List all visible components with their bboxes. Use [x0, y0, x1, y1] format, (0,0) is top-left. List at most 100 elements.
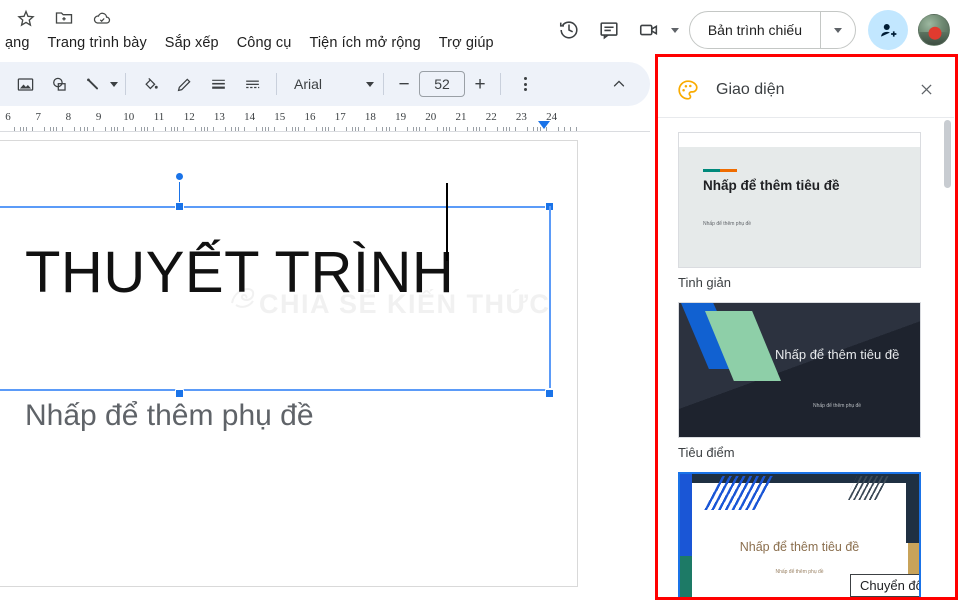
menu-item-format[interactable]: ạng	[0, 33, 39, 53]
ruler-number: 16	[304, 111, 316, 123]
font-family-label: Arial	[294, 76, 323, 92]
user-avatar[interactable]	[918, 14, 950, 46]
ruler-number: 7	[35, 111, 41, 123]
menu-item-slide[interactable]: Trang trình bày	[39, 33, 156, 53]
menu-item-extensions[interactable]: Tiện ích mở rộng	[300, 33, 429, 53]
font-size-input[interactable]: 52	[419, 71, 465, 97]
theme-thumbnail[interactable]: Nhấp để thêm tiêu đề Nhấp để thêm phụ đề	[678, 132, 921, 268]
menu-item-help[interactable]: Trợ giúp	[430, 33, 503, 53]
text-caret	[446, 183, 448, 261]
insert-image-icon[interactable]	[8, 67, 42, 101]
star-icon[interactable]	[16, 8, 36, 28]
ruler-number: 12	[183, 111, 195, 123]
collapse-chevron-up-icon[interactable]	[604, 69, 634, 99]
thumb-subtitle-placeholder: Nhấp để thêm phụ đề	[813, 403, 862, 409]
ruler-number: 13	[213, 111, 225, 123]
meet-control-group	[629, 10, 679, 50]
border-weight-icon[interactable]	[201, 67, 235, 101]
font-family-selector[interactable]: Arial	[288, 76, 376, 92]
slide-subtitle-placeholder[interactable]: Nhấp để thêm phụ đề	[25, 399, 314, 433]
ruler-number: 9	[95, 111, 102, 123]
line-chevron-down-icon[interactable]	[110, 81, 118, 87]
present-button[interactable]: Bản trình chiếu	[690, 12, 820, 48]
move-folder-icon[interactable]	[54, 8, 74, 28]
resize-handle-top-center[interactable]	[175, 202, 184, 211]
ruler-number: 21	[455, 111, 467, 123]
thumb-top-strip	[679, 133, 920, 147]
ruler-indent-marker[interactable]	[538, 121, 550, 129]
rotate-handle-dot[interactable]	[175, 172, 184, 181]
cloud-saved-icon[interactable]	[92, 8, 112, 28]
insert-shape-icon[interactable]	[42, 67, 76, 101]
top-bar: ạng Trang trình bày Sắp xếp Công cụ Tiện…	[0, 0, 960, 62]
top-right-actions: Bản trình chiếu	[549, 5, 950, 55]
ruler-number: 10	[123, 111, 135, 123]
ruler-number: 19	[395, 111, 407, 123]
font-size-increase-button[interactable]: +	[467, 71, 493, 97]
ruler-number: 18	[364, 111, 376, 123]
ruler-number: 15	[274, 111, 286, 123]
ruler-ticks: 6 7 8 9 10 11 12 13 14 15 16 17 18 19 20 21 22 23 24	[0, 106, 650, 131]
ruler-number: 8	[65, 111, 72, 123]
theme-panel-title: Giao diện	[716, 80, 785, 98]
theme-label: Tiêu điểm	[678, 445, 735, 460]
history-icon[interactable]	[549, 10, 589, 50]
meet-chevron-down-icon[interactable]	[670, 27, 679, 33]
resize-handle-bottom-center[interactable]	[175, 389, 184, 398]
thumb-title-placeholder: Nhấp để thêm tiêu đề	[775, 347, 900, 362]
fill-color-icon[interactable]	[133, 67, 167, 101]
toolbar-divider	[500, 73, 501, 95]
document-icon-group	[16, 8, 112, 28]
add-person-icon[interactable]	[868, 10, 908, 50]
theme-panel-header: Giao diện	[658, 62, 954, 118]
ruler-number: 6	[5, 111, 11, 123]
ruler-number: 20	[425, 111, 437, 123]
selection-right-edge	[549, 206, 551, 388]
thumb-title-placeholder: Nhấp để thêm tiêu đề	[703, 178, 840, 193]
font-size-decrease-button[interactable]: −	[391, 71, 417, 97]
insert-line-icon[interactable]	[76, 67, 110, 101]
thumb-title-placeholder: Nhấp để thêm tiêu đề	[739, 540, 860, 554]
current-slide[interactable]: CHIA SẺ KIẾN THỨC THUYẾT TRÌNH Nhấp để t…	[0, 140, 578, 587]
theme-panel-scrollbar[interactable]	[944, 120, 951, 188]
palette-icon	[676, 78, 700, 102]
theme-option-focus[interactable]: Nhấp để thêm tiêu đề Nhấp để thêm phụ đề…	[678, 302, 937, 460]
meet-camera-icon[interactable]	[629, 10, 669, 50]
slide-canvas-area[interactable]: CHIA SẺ KIẾN THỨC THUYẾT TRÌNH Nhấp để t…	[0, 132, 650, 600]
more-options-kebab-icon[interactable]	[508, 67, 542, 101]
resize-handle-bottom-right[interactable]	[545, 389, 554, 398]
thumb-left-bar	[680, 474, 692, 600]
menu-bar: ạng Trang trình bày Sắp xếp Công cụ Tiện…	[0, 33, 503, 53]
font-chevron-down-icon[interactable]	[366, 81, 374, 87]
switch-theme-tooltip[interactable]: Chuyển đổi	[850, 574, 919, 597]
slides-editor-window: ạng Trang trình bày Sắp xếp Công cụ Tiện…	[0, 0, 960, 600]
border-color-pencil-icon[interactable]	[167, 67, 201, 101]
menu-item-tools[interactable]: Công cụ	[228, 33, 301, 53]
theme-list[interactable]: Nhấp để thêm tiêu đề Nhấp để thêm phụ đề…	[658, 118, 954, 600]
ruler-number: 11	[153, 111, 165, 123]
toolbar-divider	[383, 73, 384, 95]
toolbar-divider	[125, 73, 126, 95]
theme-option-streamline[interactable]: Nhấp để thêm tiêu đề Nhấp để thêm phụ đề…	[678, 472, 937, 600]
comment-icon[interactable]	[589, 10, 629, 50]
thumb-subtitle-placeholder: Nhấp để thêm phụ đề	[703, 221, 752, 227]
toolbar-divider	[276, 73, 277, 95]
border-dash-icon[interactable]	[235, 67, 269, 101]
theme-thumbnail[interactable]: Nhấp để thêm tiêu đề Nhấp để thêm phụ đề	[678, 302, 921, 438]
ruler-number: 23	[515, 111, 527, 123]
slide-title-text[interactable]: THUYẾT TRÌNH	[25, 239, 454, 306]
ruler-number: 14	[244, 111, 256, 123]
theme-option-simple-light[interactable]: Nhấp để thêm tiêu đề Nhấp để thêm phụ đề…	[678, 132, 937, 290]
horizontal-ruler[interactable]: 6 7 8 9 10 11 12 13 14 15 16 17 18 19 20 21 22 23 24	[0, 106, 650, 132]
thumb-accent-line	[703, 169, 737, 172]
font-size-stepper: − 52 +	[391, 71, 493, 97]
present-chevron-down-icon[interactable]	[821, 12, 855, 48]
ruler-number: 17	[334, 111, 346, 123]
theme-panel: Giao diện Nhấp để thêm tiêu đề Nhấp để t…	[657, 62, 954, 600]
thumb-right-dark-bar	[906, 474, 919, 543]
ruler-number: 22	[485, 111, 497, 123]
close-x-icon[interactable]	[911, 75, 941, 105]
theme-thumbnail-selected[interactable]: Nhấp để thêm tiêu đề Nhấp để thêm phụ đề…	[678, 472, 921, 600]
present-button-group: Bản trình chiếu	[688, 11, 856, 49]
menu-item-arrange[interactable]: Sắp xếp	[156, 33, 228, 53]
